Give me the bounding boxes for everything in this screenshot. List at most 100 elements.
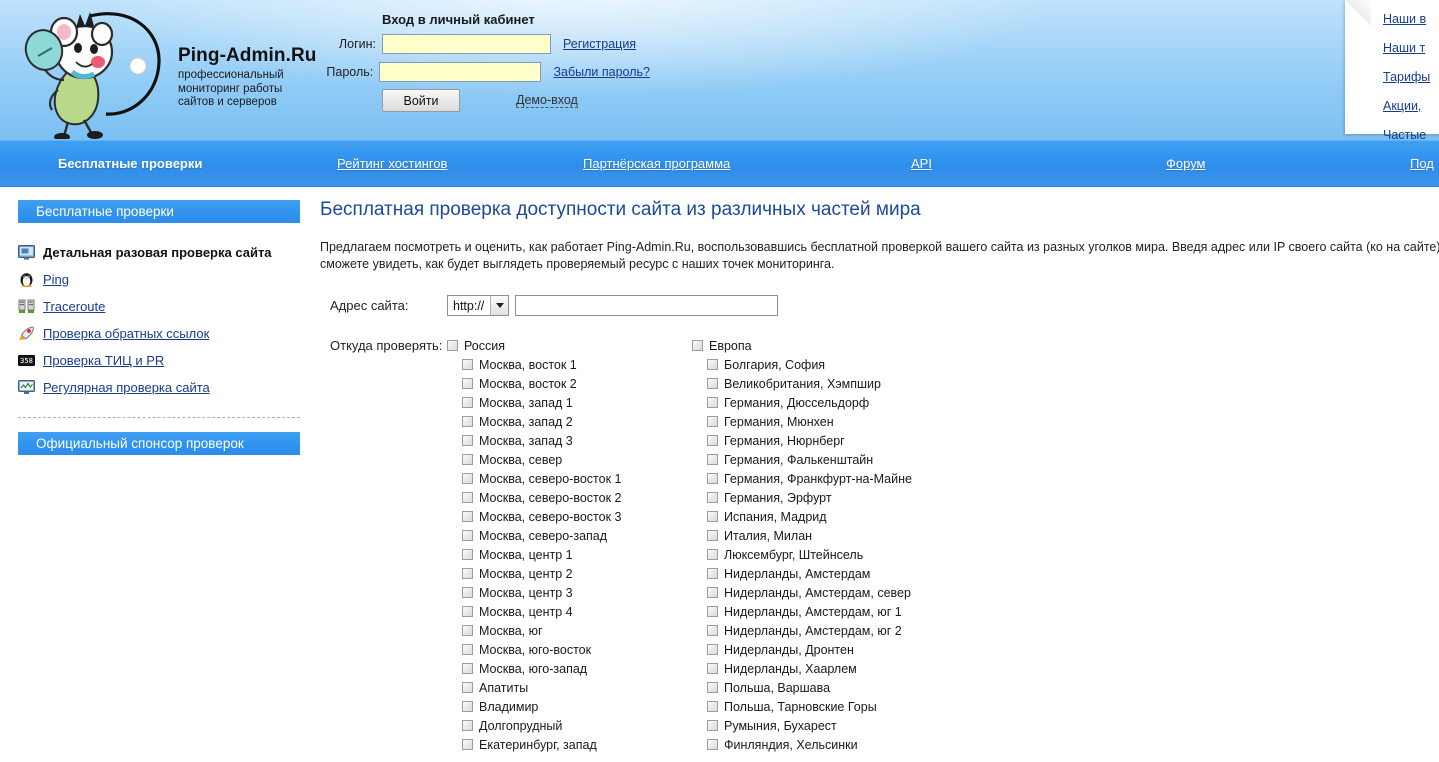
nav-item-forum[interactable]: Форум [1166,156,1206,171]
location-checkbox[interactable] [707,454,718,465]
group-checkbox-row[interactable]: Россия [447,336,692,355]
list-item[interactable]: Польша, Варшава [692,678,972,697]
location-label[interactable]: Москва, запад 1 [479,396,573,410]
location-checkbox[interactable] [462,625,473,636]
list-item[interactable]: Москва, центр 1 [447,545,692,564]
location-checkbox[interactable] [462,720,473,731]
location-label[interactable]: Нидерланды, Амстердам, север [724,586,911,600]
nav-item-api[interactable]: API [911,156,932,171]
location-label[interactable]: Германия, Франкфурт-на-Майне [724,472,912,486]
group-label[interactable]: Россия [464,339,505,353]
location-label[interactable]: Москва, северо-восток 3 [479,510,621,524]
location-label[interactable]: Москва, центр 2 [479,567,573,581]
location-checkbox[interactable] [707,530,718,541]
list-item[interactable]: Москва, северо-восток 3 [447,507,692,526]
location-label[interactable]: Москва, запад 3 [479,434,573,448]
list-item[interactable]: Москва, северо-запад [447,526,692,545]
list-item[interactable]: Москва, юго-запад [447,659,692,678]
list-item[interactable]: Польша, Тарновские Горы [692,697,972,716]
location-checkbox[interactable] [707,397,718,408]
list-item[interactable]: Финляндия, Хельсинки [692,735,972,754]
location-checkbox[interactable] [707,473,718,484]
location-checkbox[interactable] [462,435,473,446]
password-input[interactable] [379,62,541,82]
location-label[interactable]: Нидерланды, Амстердам, юг 2 [724,624,902,638]
location-label[interactable]: Москва, центр 4 [479,605,573,619]
location-checkbox[interactable] [462,549,473,560]
list-item[interactable]: Долгопрудный [447,716,692,735]
list-item[interactable]: Нидерланды, Хаарлем [692,659,972,678]
list-item[interactable]: Москва, запад 2 [447,412,692,431]
sidebar-item-label[interactable]: Проверка обратных ссылок [43,326,209,341]
list-item[interactable]: Нидерланды, Амстердам, юг 2 [692,621,972,640]
sidebar-item-ping[interactable]: Ping [18,266,300,293]
location-label[interactable]: Москва, центр 1 [479,548,573,562]
location-label[interactable]: Апатиты [479,681,528,695]
corner-menu-item-3[interactable]: Акции, [1383,99,1430,113]
location-label[interactable]: Нидерланды, Дронтен [724,643,854,657]
location-checkbox[interactable] [707,359,718,370]
location-checkbox[interactable] [462,644,473,655]
location-checkbox[interactable] [707,549,718,560]
location-label[interactable]: Москва, северо-запад [479,529,607,543]
list-item[interactable]: Москва, северо-восток 2 [447,488,692,507]
location-checkbox[interactable] [462,511,473,522]
location-label[interactable]: Великобритания, Хэмпшир [724,377,881,391]
location-checkbox[interactable] [707,435,718,446]
location-checkbox[interactable] [462,587,473,598]
corner-menu-item-4[interactable]: Частые [1383,128,1430,140]
location-label[interactable]: Владимир [479,700,538,714]
list-item[interactable]: Москва, юг [447,621,692,640]
location-checkbox[interactable] [707,644,718,655]
list-item[interactable]: Москва, северо-восток 1 [447,469,692,488]
corner-menu-item-2[interactable]: Тарифы [1383,70,1430,84]
nav-item-support[interactable]: Под [1410,156,1434,171]
list-item[interactable]: Владимир [447,697,692,716]
location-checkbox[interactable] [707,568,718,579]
list-item[interactable]: Москва, восток 1 [447,355,692,374]
corner-menu-item-1[interactable]: Наши т [1383,41,1430,55]
location-label[interactable]: Москва, северо-восток 2 [479,491,621,505]
list-item[interactable]: Москва, запад 3 [447,431,692,450]
group-checkbox-russia[interactable] [447,340,458,351]
location-label[interactable]: Москва, юг [479,624,543,638]
location-label[interactable]: Нидерланды, Амстердам [724,567,870,581]
list-item[interactable]: Румыния, Бухарест [692,716,972,735]
location-checkbox[interactable] [707,663,718,674]
location-checkbox[interactable] [707,682,718,693]
location-checkbox[interactable] [462,416,473,427]
location-label[interactable]: Москва, северо-восток 1 [479,472,621,486]
sidebar-item-regular-check[interactable]: Регулярная проверка сайта [18,374,300,401]
location-label[interactable]: Германия, Мюнхен [724,415,834,429]
list-item[interactable]: Екатеринбург, запад [447,735,692,754]
sidebar-item-traceroute[interactable]: Traceroute [18,293,300,320]
location-checkbox[interactable] [462,606,473,617]
sidebar-item-detailed-check[interactable]: Детальная разовая проверка сайта [18,239,300,266]
location-label[interactable]: Финляндия, Хельсинки [724,738,858,752]
login-input[interactable] [382,34,551,54]
list-item[interactable]: Испания, Мадрид [692,507,972,526]
list-item[interactable]: Болгария, София [692,355,972,374]
location-checkbox[interactable] [707,378,718,389]
location-label[interactable]: Румыния, Бухарест [724,719,837,733]
group-checkbox-row[interactable]: Европа [692,336,972,355]
list-item[interactable]: Германия, Фалькенштайн [692,450,972,469]
location-label[interactable]: Москва, запад 2 [479,415,573,429]
site-logo[interactable]: Ping-Admin.Ru профессиональный мониторин… [18,4,318,139]
location-label[interactable]: Италия, Милан [724,529,812,543]
forgot-password-link[interactable]: Забыли пароль? [553,65,650,79]
list-item[interactable]: Москва, центр 2 [447,564,692,583]
location-checkbox[interactable] [462,701,473,712]
list-item[interactable]: Москва, центр 4 [447,602,692,621]
list-item[interactable]: Германия, Эрфурт [692,488,972,507]
location-checkbox[interactable] [462,378,473,389]
group-label[interactable]: Европа [709,339,752,353]
login-submit-button[interactable]: Войти [382,89,460,112]
sidebar-item-label[interactable]: Ping [43,272,69,287]
nav-item-partner-program[interactable]: Партнёрская программа [583,156,730,171]
location-checkbox[interactable] [707,587,718,598]
location-label[interactable]: Люксембург, Штейнсель [724,548,863,562]
location-label[interactable]: Германия, Дюссельдорф [724,396,869,410]
location-checkbox[interactable] [707,720,718,731]
nav-item-free-checks[interactable]: Бесплатные проверки [58,156,202,171]
